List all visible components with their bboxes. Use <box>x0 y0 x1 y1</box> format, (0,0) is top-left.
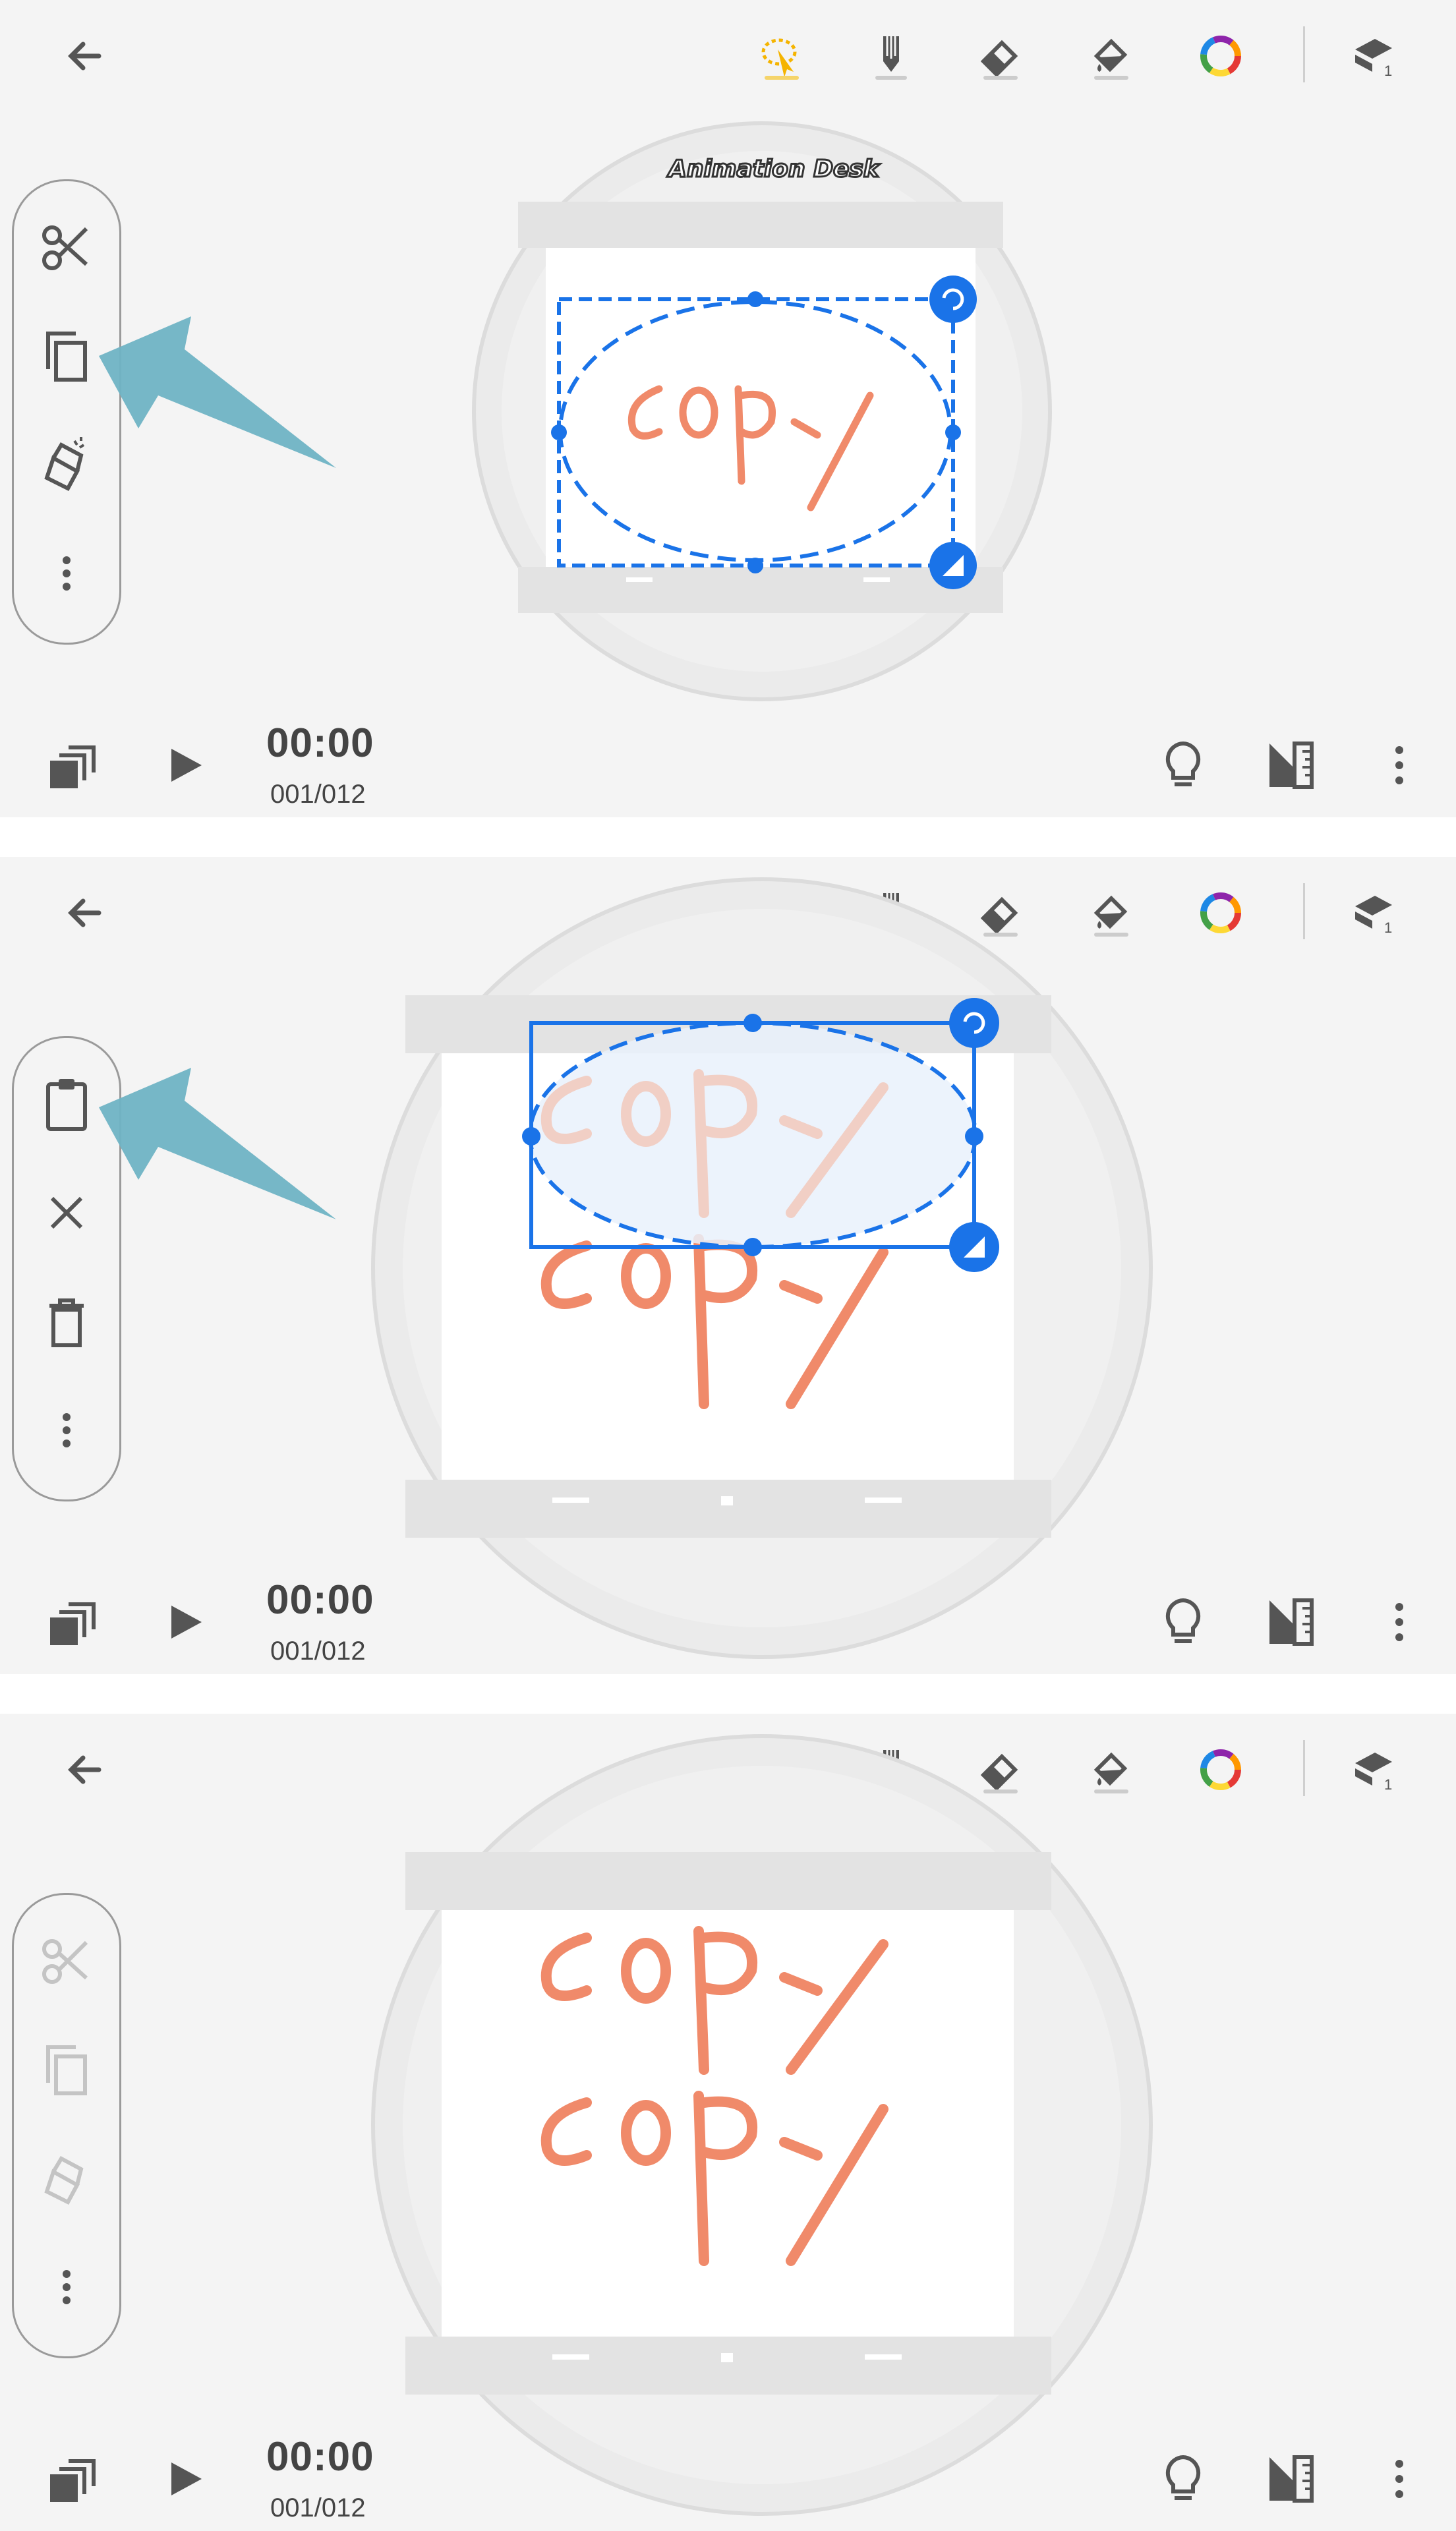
pointer-arrow-annotation <box>99 1068 336 1219</box>
close-icon[interactable] <box>34 1180 100 1246</box>
clear-icon[interactable] <box>34 2145 100 2211</box>
frame-counter: 001/012 <box>270 1637 366 1666</box>
pointer-arrow-annotation <box>99 316 336 468</box>
play-icon[interactable] <box>156 736 215 795</box>
lightbulb-icon[interactable] <box>1153 2449 1213 2509</box>
clear-icon[interactable] <box>34 432 100 498</box>
paste-icon[interactable] <box>34 1071 100 1137</box>
frame-counter: 001/012 <box>270 2493 366 2522</box>
more-vertical-icon[interactable] <box>1370 736 1429 795</box>
more-vertical-icon[interactable] <box>1370 2449 1429 2509</box>
frames-icon[interactable] <box>45 2449 104 2509</box>
canvas-stage[interactable] <box>0 1714 1456 2531</box>
copy-icon[interactable] <box>34 2037 100 2103</box>
ruler-icon[interactable] <box>1262 1592 1321 1652</box>
screen-paste-step: 1 00:00 001/012 <box>0 857 1456 1674</box>
copy-icon[interactable] <box>34 323 100 389</box>
more-vertical-icon[interactable] <box>34 2254 100 2320</box>
frames-icon[interactable] <box>45 1592 104 1652</box>
ruler-icon[interactable] <box>1262 2449 1321 2509</box>
delete-icon[interactable] <box>34 1289 100 1354</box>
time-display: 00:00 <box>266 1577 374 1623</box>
time-display: 00:00 <box>266 2434 374 2480</box>
frames-icon[interactable] <box>45 736 104 795</box>
canvas-stage[interactable] <box>0 857 1456 1674</box>
ruler-icon[interactable] <box>1262 736 1321 795</box>
more-vertical-icon[interactable] <box>1370 1592 1429 1652</box>
screen-result-step: 1 00:00 001/012 <box>0 1714 1456 2531</box>
more-vertical-icon[interactable] <box>34 540 100 606</box>
lightbulb-icon[interactable] <box>1153 736 1213 795</box>
play-icon[interactable] <box>156 2449 215 2509</box>
lightbulb-icon[interactable] <box>1153 1592 1213 1652</box>
cut-icon[interactable] <box>34 1928 100 1994</box>
more-vertical-icon[interactable] <box>34 1397 100 1463</box>
cut-icon[interactable] <box>34 214 100 280</box>
time-display: 00:00 <box>266 720 374 766</box>
play-icon[interactable] <box>156 1592 215 1652</box>
app-logo: Animation Desk <box>668 155 881 184</box>
selection-side-menu <box>12 1893 121 2358</box>
frame-counter: 001/012 <box>270 780 366 809</box>
screen-copy-step: 1 Animation Desk 00:00 001/012 <box>0 0 1456 817</box>
